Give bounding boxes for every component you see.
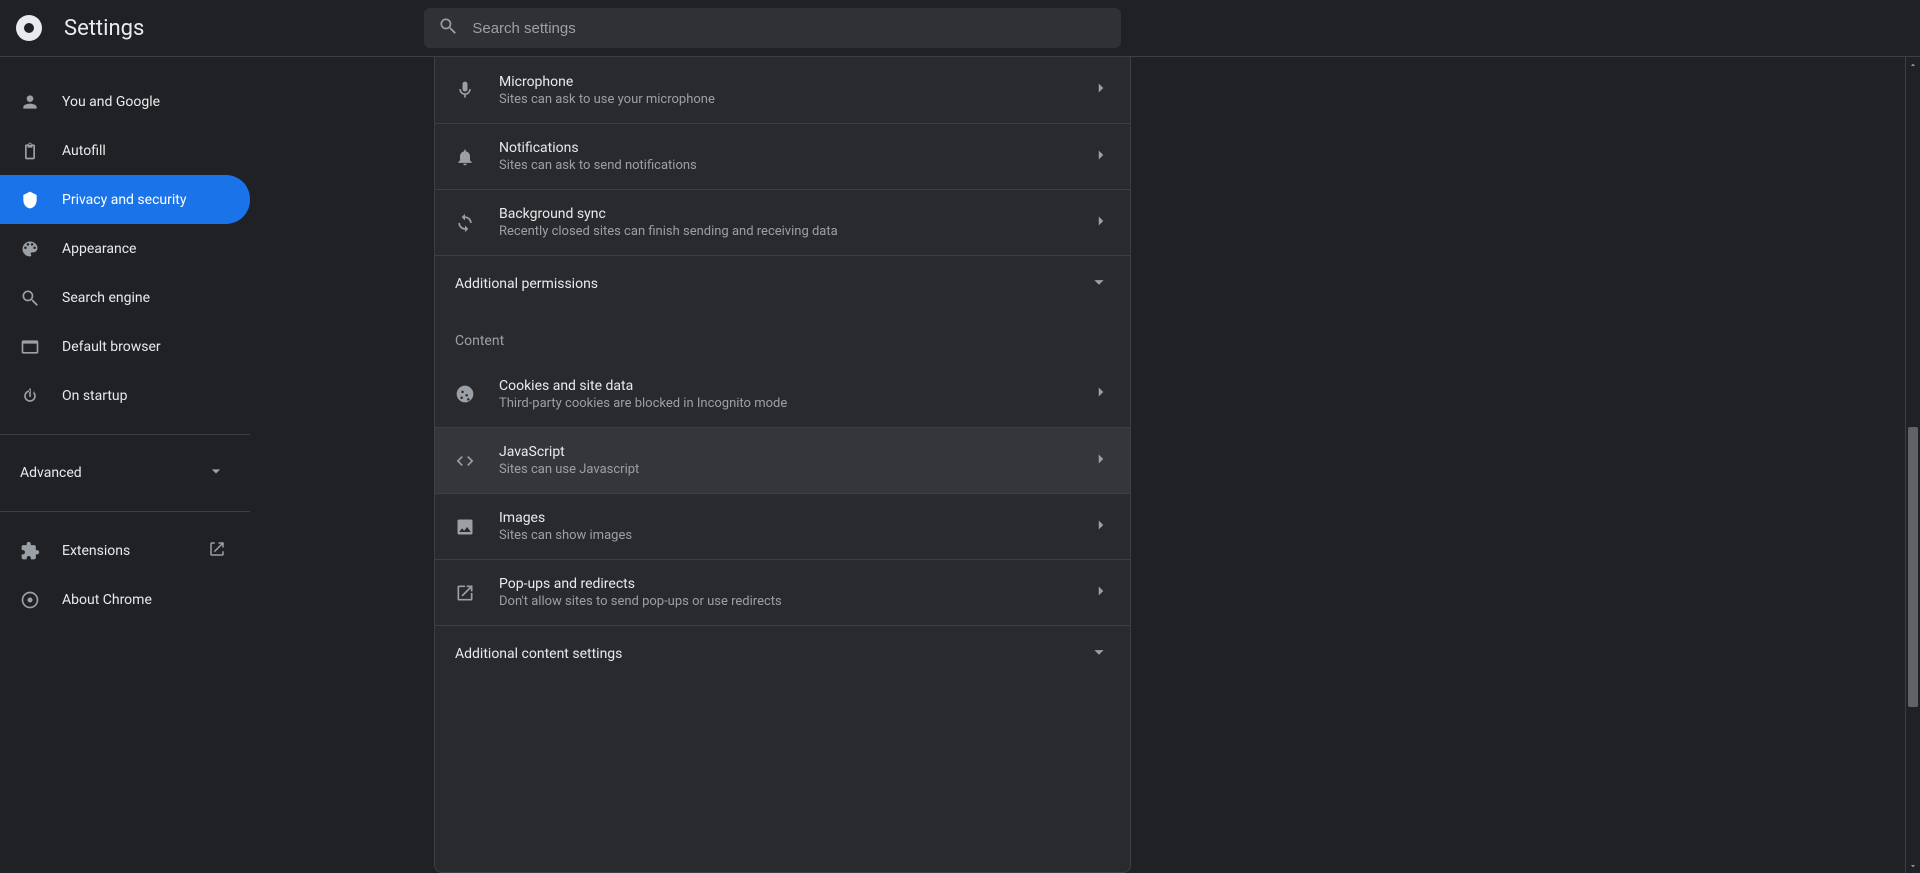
sidebar-item-label: About Chrome [62, 592, 152, 608]
setting-title: Microphone [499, 74, 1092, 90]
chevron-down-icon [1088, 641, 1110, 667]
chevron-right-icon [1092, 79, 1110, 101]
sidebar-item-default-browser[interactable]: Default browser [0, 322, 250, 371]
sidebar-item-label: Search engine [62, 290, 150, 306]
chevron-right-icon [1092, 383, 1110, 405]
search-engine-icon [20, 288, 40, 308]
chevron-right-icon [1092, 450, 1110, 472]
sidebar-item-label: Extensions [62, 543, 130, 559]
chevron-right-icon [1092, 516, 1110, 538]
cookie-icon [455, 384, 475, 404]
sidebar-item-search-engine[interactable]: Search engine [0, 273, 250, 322]
setting-title: Images [499, 510, 1092, 526]
search-input[interactable] [472, 20, 1107, 37]
setting-title: Additional permissions [455, 276, 1088, 292]
advanced-label: Advanced [20, 465, 82, 481]
topbar: Settings [0, 0, 1920, 57]
app-title: Settings [64, 16, 144, 41]
setting-subtitle: Sites can ask to send notifications [499, 158, 1092, 173]
sidebar-item-about-chrome[interactable]: About Chrome [0, 575, 250, 624]
popup-icon [455, 583, 475, 603]
sidebar-item-label: Appearance [62, 241, 136, 257]
person-icon [20, 92, 40, 112]
palette-icon [20, 239, 40, 259]
chrome-logo-icon [16, 15, 42, 41]
sync-icon [455, 213, 475, 233]
sidebar-item-label: On startup [62, 388, 128, 404]
sidebar-item-extensions[interactable]: Extensions [0, 526, 250, 575]
sidebar-item-autofill[interactable]: Autofill [0, 126, 250, 175]
main-content: Microphone Sites can ask to use your mic… [250, 57, 1920, 873]
power-icon [20, 386, 40, 406]
setting-row-background-sync[interactable]: Background sync Recently closed sites ca… [435, 189, 1130, 255]
setting-subtitle: Sites can use Javascript [499, 462, 1092, 477]
setting-title: Additional content settings [455, 646, 1088, 662]
setting-title: Notifications [499, 140, 1092, 156]
setting-row-additional-content[interactable]: Additional content settings [435, 625, 1130, 681]
setting-subtitle: Sites can ask to use your microphone [499, 92, 1092, 107]
browser-icon [20, 337, 40, 357]
search-field[interactable] [424, 8, 1121, 48]
clipboard-icon [20, 141, 40, 161]
setting-row-microphone[interactable]: Microphone Sites can ask to use your mic… [435, 57, 1130, 123]
bell-icon [455, 147, 475, 167]
microphone-icon [455, 80, 475, 100]
sidebar-item-label: You and Google [62, 94, 160, 110]
setting-row-additional-permissions[interactable]: Additional permissions [435, 255, 1130, 311]
image-icon [455, 517, 475, 537]
sidebar-item-advanced[interactable]: Advanced [0, 449, 250, 497]
setting-subtitle: Sites can show images [499, 528, 1092, 543]
chevron-right-icon [1092, 212, 1110, 234]
sidebar-item-label: Privacy and security [62, 192, 186, 208]
scroll-up-button[interactable] [1906, 57, 1920, 72]
code-icon [455, 451, 475, 471]
scroll-down-button[interactable] [1906, 858, 1920, 873]
setting-subtitle: Third-party cookies are blocked in Incog… [499, 396, 1092, 411]
setting-row-popups[interactable]: Pop-ups and redirects Don't allow sites … [435, 559, 1130, 625]
setting-subtitle: Recently closed sites can finish sending… [499, 224, 1092, 239]
chevron-right-icon [1092, 146, 1110, 168]
sidebar-item-privacy-security[interactable]: Privacy and security [0, 175, 250, 224]
scrollbar[interactable] [1905, 57, 1920, 873]
scrollbar-thumb[interactable] [1908, 427, 1918, 707]
setting-title: Cookies and site data [499, 378, 1092, 394]
open-external-icon [208, 540, 226, 562]
chevron-down-icon [1088, 271, 1110, 297]
shield-icon [20, 190, 40, 210]
setting-row-images[interactable]: Images Sites can show images [435, 493, 1130, 559]
chrome-icon [20, 590, 40, 610]
sidebar-item-label: Default browser [62, 339, 161, 355]
settings-panel: Microphone Sites can ask to use your mic… [434, 57, 1131, 873]
setting-title: Background sync [499, 206, 1092, 222]
sidebar: You and Google Autofill Privacy and secu… [0, 57, 250, 873]
setting-row-javascript[interactable]: JavaScript Sites can use Javascript [435, 427, 1130, 493]
setting-row-notifications[interactable]: Notifications Sites can ask to send noti… [435, 123, 1130, 189]
setting-subtitle: Don't allow sites to send pop-ups or use… [499, 594, 1092, 609]
chevron-right-icon [1092, 582, 1110, 604]
setting-title: Pop-ups and redirects [499, 576, 1092, 592]
search-icon [438, 16, 472, 40]
setting-title: JavaScript [499, 444, 1092, 460]
sidebar-item-on-startup[interactable]: On startup [0, 371, 250, 420]
sidebar-item-appearance[interactable]: Appearance [0, 224, 250, 273]
setting-row-cookies[interactable]: Cookies and site data Third-party cookie… [435, 361, 1130, 427]
chevron-down-icon [206, 461, 226, 485]
sidebar-item-label: Autofill [62, 143, 106, 159]
sidebar-item-you-and-google[interactable]: You and Google [0, 77, 250, 126]
content-section-header: Content [435, 311, 1130, 361]
extensions-icon [20, 541, 40, 561]
